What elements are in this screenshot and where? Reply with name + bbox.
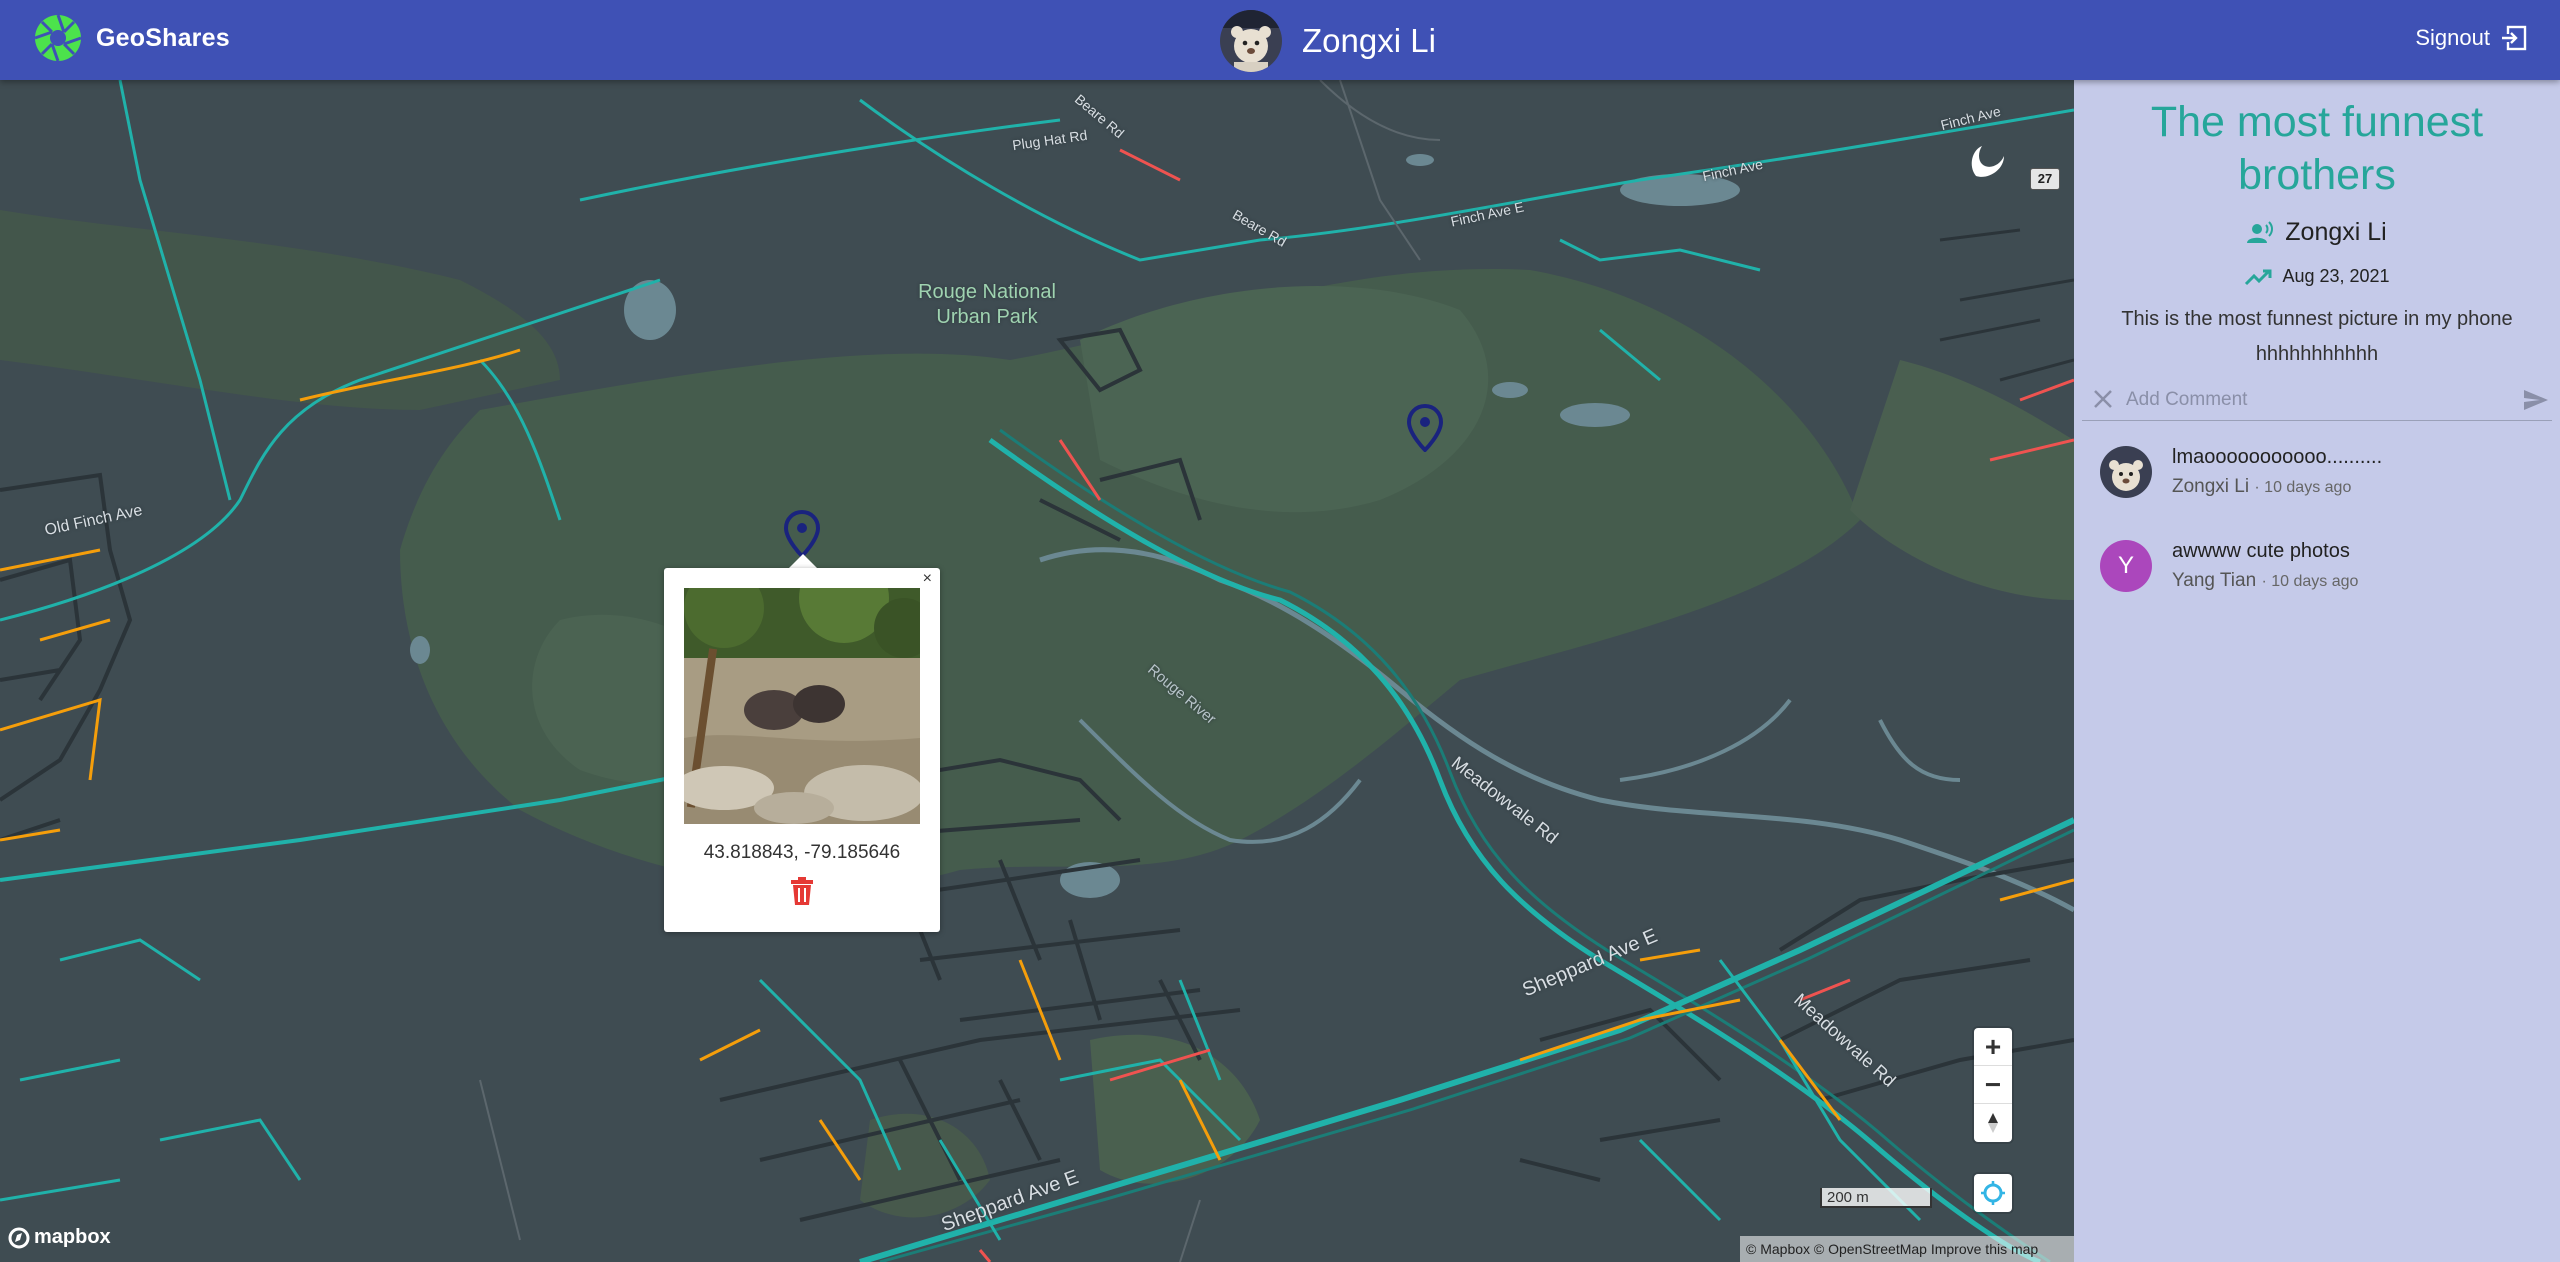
post-date-row: Aug 23, 2021 [2074,266,2560,287]
geolocate-icon [1981,1181,2005,1205]
signout-label: Signout [2415,25,2490,50]
zoom-out-button[interactable]: − [1974,1066,2012,1104]
park-label: Rouge National Urban Park [918,281,1056,328]
current-user: Zongxi Li [1220,10,1436,72]
popup-close-button[interactable]: × [923,570,932,588]
close-icon[interactable] [2092,388,2114,410]
post-description: This is the most funnest picture in my p… [2121,308,2513,365]
brand[interactable]: GeoShares [34,14,230,62]
mapbox-logo-text: mapbox [34,1226,111,1248]
location-marker-icon[interactable] [783,510,821,558]
comment-meta: Yang Tian · 10 days ago [2172,570,2358,592]
user-name: Zongxi Li [1302,22,1436,59]
map-base-layer [0,80,2074,1262]
app-header: GeoShares Zongxi Li Signout [0,0,2560,80]
mapbox-logo[interactable]: mapbox [8,1226,111,1249]
post-author: Zongxi Li [2285,218,2387,246]
attrib-improve-link[interactable]: Improve this map [1931,1241,2038,1257]
signout-button[interactable]: Signout [2415,24,2528,52]
comment-composer [2082,380,2552,421]
moon-icon[interactable] [1966,136,2014,184]
comment-input[interactable] [2126,384,2496,416]
comment-time: · 10 days ago [2254,479,2352,496]
compass-button[interactable] [1974,1104,2012,1142]
comment-item: lmaooooooooooo.......... Zongxi Li · 10 … [2100,446,2540,502]
attribution: © Mapbox © OpenStreetMap Improve this ma… [1740,1236,2074,1262]
record-voice-icon [2247,220,2274,243]
comment-author: Zongxi Li [2172,476,2250,497]
route-shield: 27 [2030,168,2060,190]
comment-time: · 10 days ago [2261,573,2359,590]
popup-photo[interactable] [684,588,920,824]
post-author-row: Zongxi Li [2074,218,2560,247]
attrib-mapbox-link[interactable]: © Mapbox [1746,1241,1810,1257]
comment-item: Y awwww cute photos Yang Tian · 10 days … [2100,540,2540,596]
map-canvas[interactable]: Old Finch Ave Plug Hat Rd Beare Rd Beare… [0,80,2074,1262]
comment-meta: Zongxi Li · 10 days ago [2172,476,2351,498]
navigation-control: + − [1974,1028,2012,1142]
user-avatar[interactable] [1220,10,1282,72]
comment-author: Yang Tian [2172,570,2257,591]
comment-text: lmaooooooooooo.......... [2172,446,2383,468]
exit-icon [2502,25,2527,51]
post-title: The most funnest brothers [2150,98,2484,199]
avatar[interactable]: Y [2100,540,2152,592]
shutter-logo-icon [34,14,82,62]
location-marker-icon[interactable] [1406,404,1444,452]
comment-text: awwww cute photos [2172,540,2350,562]
post-date: Aug 23, 2021 [2282,266,2390,286]
photo-popup: × 43.818843, -79.185646 [664,568,940,932]
mapbox-logo-icon [8,1227,30,1248]
attrib-osm-link[interactable]: © OpenStreetMap [1814,1241,1927,1257]
brand-name: GeoShares [96,23,230,52]
trash-icon[interactable] [788,876,816,906]
geolocate-button[interactable] [1974,1174,2012,1212]
zoom-in-button[interactable]: + [1974,1028,2012,1066]
send-icon[interactable] [2522,386,2550,414]
scale-bar: 200 m [1820,1188,1932,1208]
avatar[interactable] [2100,446,2152,498]
compass-icon [1988,1113,1998,1133]
trending-up-icon [2245,269,2272,285]
popup-coordinates: 43.818843, -79.185646 [703,842,901,863]
post-detail-panel: The most funnest brothers Zongxi Li Aug … [2074,80,2560,1262]
